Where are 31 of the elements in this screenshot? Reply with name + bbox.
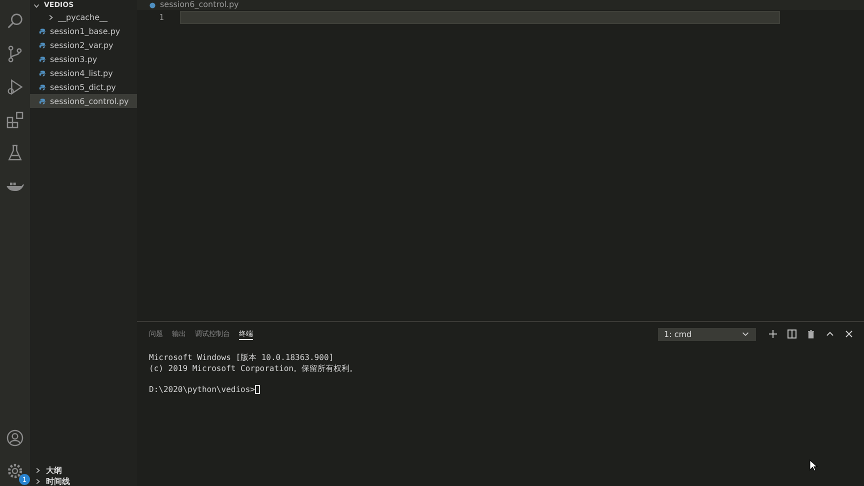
file-item[interactable]: session4_list.py	[30, 66, 137, 80]
account-icon[interactable]	[5, 427, 25, 449]
file-item[interactable]: session3.py	[30, 52, 137, 66]
section-header[interactable]: 时间线	[46, 476, 70, 486]
terminal-cursor	[254, 385, 260, 394]
terminal-line: D:\2020\python\vedios>	[149, 385, 255, 396]
python-file-icon	[149, 2, 156, 8]
terminal-line: (c) 2019 Microsoft Corporation。保留所有权利。	[149, 363, 358, 374]
section-header[interactable]: 大纲	[46, 464, 62, 476]
chevron-icon	[47, 14, 54, 20]
folder-item[interactable]: __pycache__	[30, 10, 137, 24]
file-item[interactable]: session6_control.py	[30, 94, 137, 108]
file-item[interactable]: session2_var.py	[30, 38, 137, 52]
python-file-icon	[39, 98, 46, 104]
trash-icon[interactable]	[806, 329, 816, 339]
terminal-line: Microsoft Windows [版本 10.0.18363.900]	[149, 352, 334, 363]
python-file-icon	[39, 42, 46, 48]
terminal-dropdown[interactable]: 1: cmd	[658, 328, 756, 340]
python-file-icon	[39, 84, 46, 90]
mouse-pointer-icon	[809, 459, 818, 472]
editor-tab[interactable]: session6_control.py	[137, 0, 864, 10]
line-number: 1	[158, 13, 164, 22]
plus-icon[interactable]	[768, 329, 778, 339]
split-icon[interactable]	[787, 329, 797, 339]
python-file-icon	[39, 70, 46, 76]
file-item[interactable]: session1_base.py	[30, 24, 137, 38]
python-file-icon	[39, 56, 46, 62]
file-item[interactable]: session5_dict.py	[30, 80, 137, 94]
python-file-icon	[39, 28, 46, 34]
close-icon[interactable]	[844, 329, 854, 339]
extensions-icon[interactable]	[5, 109, 25, 131]
